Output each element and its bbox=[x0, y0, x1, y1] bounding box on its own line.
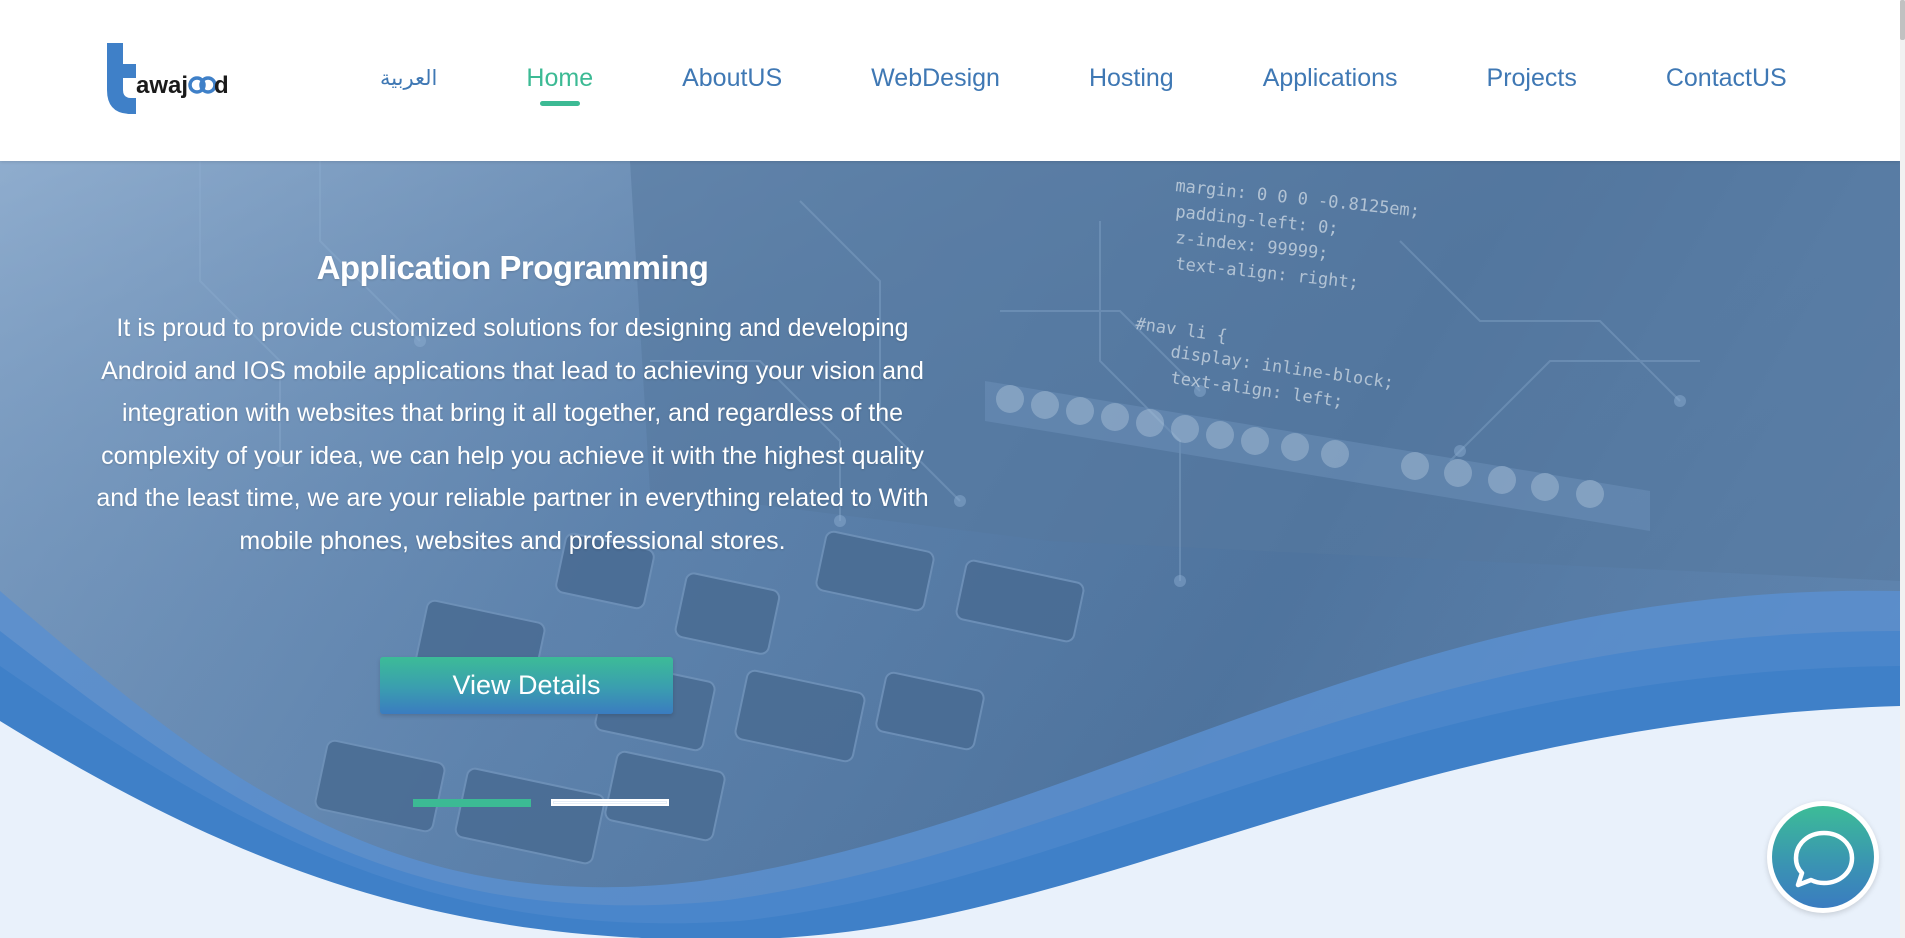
nav-about-us[interactable]: AboutUS bbox=[682, 58, 782, 98]
page-scrollbar[interactable] bbox=[1900, 0, 1905, 938]
nav-projects[interactable]: Projects bbox=[1487, 58, 1577, 98]
slider-indicator-1[interactable] bbox=[413, 799, 531, 807]
nav-hosting[interactable]: Hosting bbox=[1089, 58, 1174, 98]
main-nav: العربية Home AboutUS WebDesign Hosting A… bbox=[380, 58, 1787, 108]
chat-button-inner bbox=[1772, 806, 1874, 908]
scrollbar-thumb[interactable] bbox=[1900, 0, 1905, 40]
nav-home[interactable]: Home bbox=[526, 58, 593, 98]
hero-description: It is proud to provide customized soluti… bbox=[96, 314, 929, 555]
logo[interactable]: awaj d bbox=[104, 40, 234, 120]
slider-indicators bbox=[413, 799, 669, 807]
hero-title: Application Programming bbox=[316, 249, 709, 286]
svg-text:awaj: awaj bbox=[136, 72, 188, 99]
hero-text: Application Programming It is proud to p… bbox=[90, 249, 935, 562]
slider-indicator-2[interactable] bbox=[551, 799, 669, 806]
hero-slider: margin: 0 0 0 -0.8125em; padding-left: 0… bbox=[0, 161, 1900, 938]
logo-icon: awaj d bbox=[107, 43, 229, 114]
chat-button[interactable] bbox=[1767, 801, 1879, 913]
view-details-button[interactable]: View Details bbox=[380, 657, 673, 714]
nav-contact-us[interactable]: ContactUS bbox=[1666, 58, 1787, 98]
site-header: awaj d العربية Home AboutUS WebDesign Ho… bbox=[0, 0, 1900, 161]
nav-arabic[interactable]: العربية bbox=[380, 58, 437, 98]
chat-bubble-icon bbox=[1793, 830, 1855, 888]
page: awaj d العربية Home AboutUS WebDesign Ho… bbox=[0, 0, 1905, 938]
nav-web-design[interactable]: WebDesign bbox=[871, 58, 1000, 98]
nav-applications[interactable]: Applications bbox=[1263, 58, 1398, 98]
svg-text:d: d bbox=[214, 72, 229, 99]
